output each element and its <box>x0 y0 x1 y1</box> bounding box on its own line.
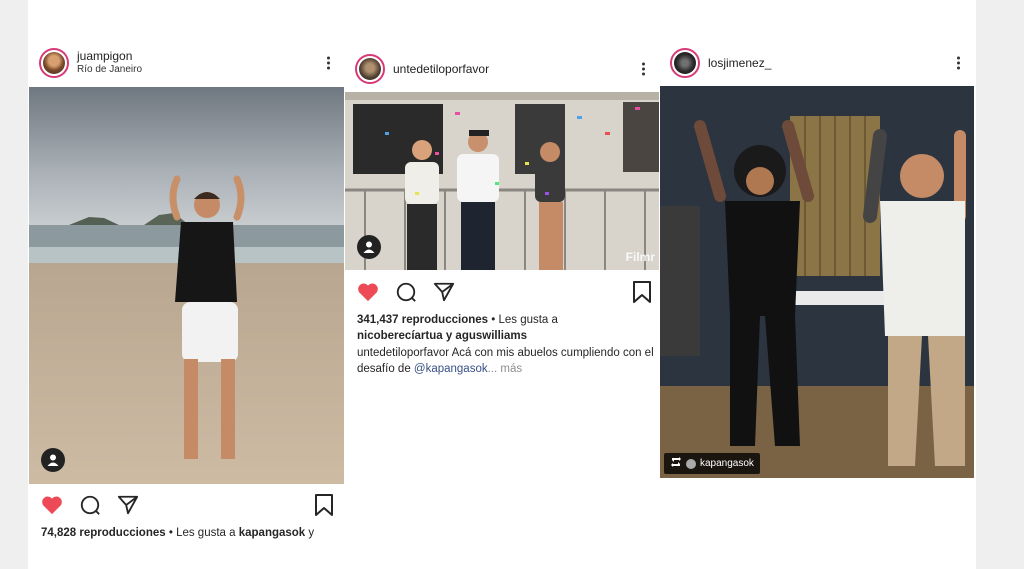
caption-mention[interactable]: @kapangasok <box>414 363 488 375</box>
post-card-1: juampigon Río de Janeiro 74,828 reproduc… <box>29 40 345 569</box>
repost-username[interactable]: kapangasok <box>700 458 754 469</box>
video-watermark: Filmr <box>625 250 655 264</box>
post-photo[interactable]: Filmr <box>345 92 659 270</box>
caption-username[interactable]: untedetiloporfavor <box>357 347 449 359</box>
more-icon[interactable] <box>957 55 961 72</box>
username[interactable]: juampigon <box>77 50 142 63</box>
more-icon[interactable] <box>642 61 646 78</box>
post-card-3: losjimenez_ kapangasok <box>660 40 975 569</box>
liked-by[interactable]: kapangasok <box>239 527 305 539</box>
likes-summary: 74,828 reproducciones • Les gusta a kapa… <box>41 525 341 541</box>
studio-photo-illustration <box>660 86 974 478</box>
views-count[interactable]: 74,828 reproducciones <box>41 527 166 539</box>
avatar[interactable] <box>355 54 385 84</box>
post-header: losjimenez_ <box>660 46 975 80</box>
avatar <box>686 458 696 469</box>
comment-icon[interactable] <box>79 494 101 516</box>
repost-tag[interactable]: kapangasok <box>664 453 760 474</box>
post-header: untedetiloporfavor <box>345 52 660 86</box>
repost-icon <box>670 456 682 471</box>
likes-prefix: • Les gusta a <box>165 527 239 539</box>
post-photo[interactable]: kapangasok <box>660 86 974 478</box>
right-margin <box>976 0 1024 569</box>
caption-more-link[interactable]: ... más <box>488 363 523 375</box>
likes-suffix: y <box>305 527 315 539</box>
liked-by[interactable]: nicoberecíartua y aguswilliams <box>357 330 527 342</box>
likes-summary: 341,437 reproducciones • Les gusta a nic… <box>357 312 657 344</box>
username[interactable]: untedetiloporfavor <box>393 62 489 76</box>
views-count[interactable]: 341,437 reproducciones <box>357 314 488 326</box>
share-icon[interactable] <box>433 281 455 303</box>
post-caption: untedetiloporfavor Acá con mis abuelos c… <box>357 345 657 377</box>
heart-icon[interactable] <box>357 282 379 302</box>
user-tag-icon[interactable] <box>41 448 65 472</box>
balcony-photo-illustration <box>345 92 659 270</box>
bookmark-icon[interactable] <box>314 494 334 521</box>
location[interactable]: Río de Janeiro <box>77 63 142 76</box>
comment-icon[interactable] <box>395 281 417 303</box>
user-tag-icon[interactable] <box>357 235 381 259</box>
action-bar <box>357 281 471 303</box>
likes-prefix: • Les gusta a <box>488 314 558 326</box>
username[interactable]: losjimenez_ <box>708 56 771 70</box>
post-header: juampigon Río de Janeiro <box>29 46 345 80</box>
bookmark-icon[interactable] <box>632 281 652 308</box>
post-card-2: untedetiloporfavor Filmr 341,437 reprodu… <box>345 40 660 569</box>
avatar[interactable] <box>39 48 69 78</box>
left-margin <box>0 0 28 569</box>
share-icon[interactable] <box>117 494 139 516</box>
heart-icon[interactable] <box>41 495 63 515</box>
post-photo[interactable] <box>29 87 344 484</box>
more-icon[interactable] <box>327 55 331 72</box>
avatar[interactable] <box>670 48 700 78</box>
beach-photo-illustration <box>29 87 344 484</box>
action-bar <box>41 494 155 516</box>
